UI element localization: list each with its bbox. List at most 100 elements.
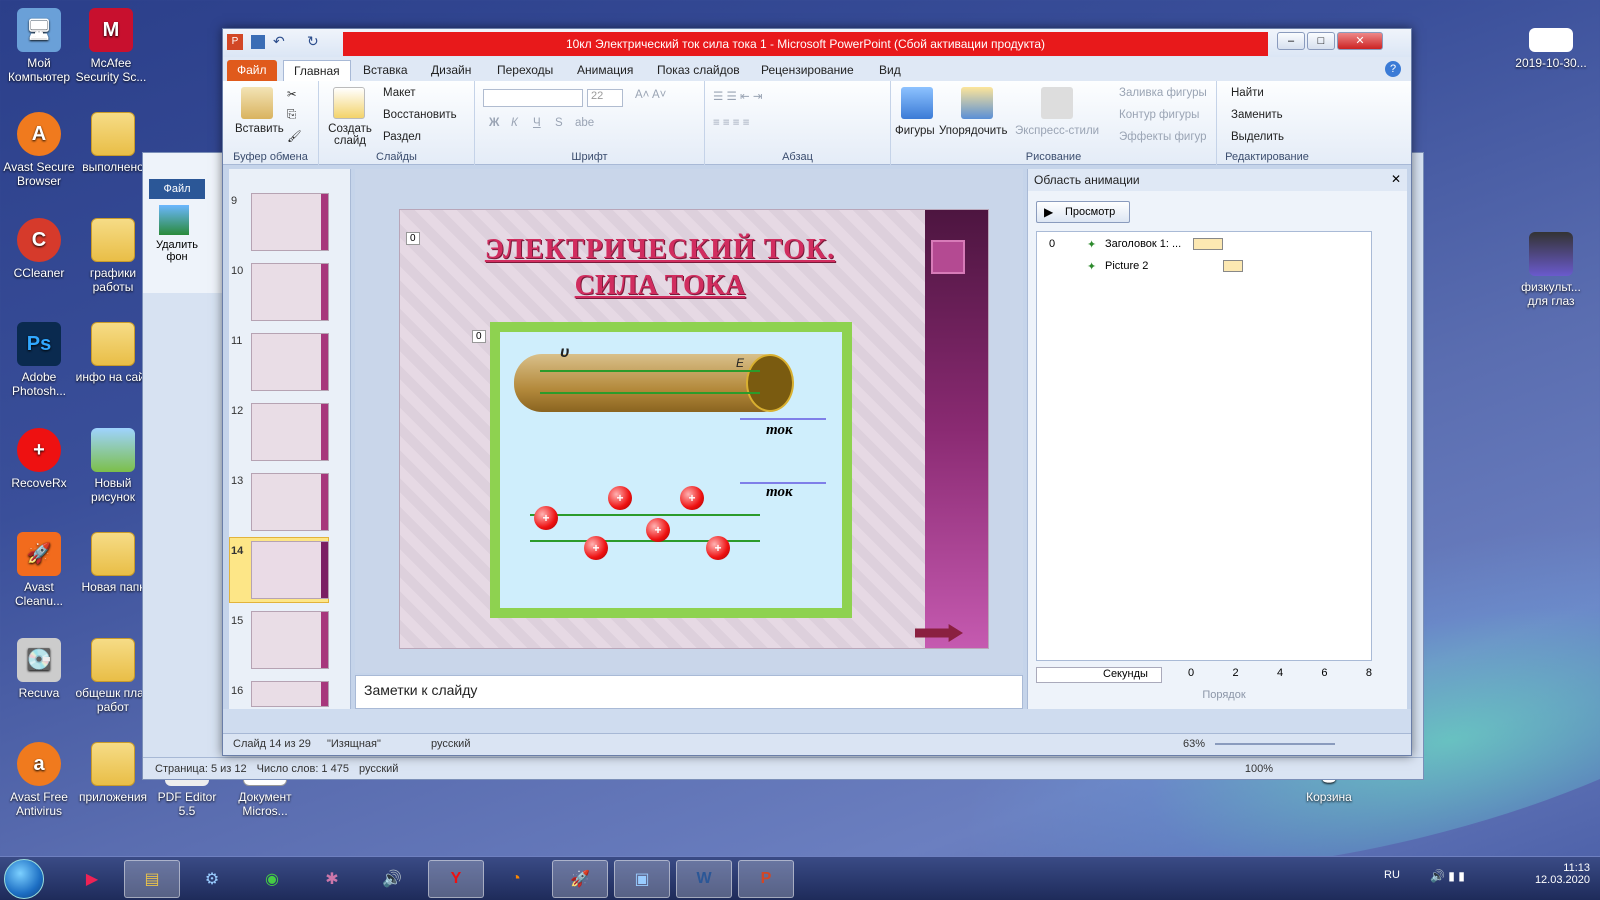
tab-file[interactable]: Файл — [227, 60, 277, 81]
undo-icon[interactable]: ↶ — [273, 33, 285, 50]
tab-home[interactable]: Главная — [283, 60, 351, 81]
desktop-icon-screenshot[interactable]: 2019-10-30... — [1512, 28, 1590, 70]
desktop-icon-avast-free[interactable]: a Avast Free Antivirus — [0, 742, 78, 818]
avast-browser-icon[interactable]: ◔ — [488, 860, 544, 898]
slide-thumbnail[interactable] — [251, 193, 329, 251]
explorer-icon[interactable]: ▤ — [124, 860, 180, 898]
desktop-icon-eye-exercise[interactable]: физкульт... для глаз — [1512, 232, 1590, 308]
copy-icon[interactable]: ⎘ — [287, 109, 296, 122]
zoom-slider[interactable] — [1215, 743, 1335, 745]
shape-effects-button[interactable]: Эффекты фигур — [1119, 131, 1207, 143]
chrome-icon[interactable]: ◉ — [244, 860, 300, 898]
help-icon[interactable]: ? — [1385, 61, 1401, 77]
tab-transitions[interactable]: Переходы — [487, 60, 563, 81]
maximize-button[interactable]: □ — [1307, 32, 1335, 50]
desktop-icon-photoshop[interactable]: Ps Adobe Photosh... — [0, 322, 78, 398]
font-family-select[interactable] — [483, 89, 583, 107]
section-button[interactable]: Раздел — [383, 131, 421, 143]
slide-thumbnail[interactable] — [251, 473, 329, 531]
tab-view[interactable]: Вид — [869, 60, 911, 81]
shape-fill-button[interactable]: Заливка фигуры — [1119, 87, 1207, 99]
word-file-tab[interactable]: Файл — [149, 179, 205, 199]
speaker-app-icon[interactable]: 🔊 — [364, 860, 420, 898]
shadow-button[interactable]: abe — [575, 117, 594, 129]
font-size-select[interactable]: 22 — [587, 89, 623, 107]
notes-pane[interactable]: Заметки к слайду — [355, 675, 1023, 709]
desktop-icon-avast-browser[interactable]: A Avast Secure Browser — [0, 112, 78, 188]
find-button[interactable]: Найти — [1231, 87, 1264, 99]
replace-button[interactable]: Заменить — [1231, 109, 1283, 121]
select-button[interactable]: Выделить — [1231, 131, 1284, 143]
desktop-icon-folder-apps[interactable]: приложения — [74, 742, 152, 804]
animation-pane[interactable]: Область анимации ✕ Просмотр ▶ 0 ✦ Заголо… — [1027, 169, 1407, 709]
word-taskbar-icon[interactable]: W — [676, 860, 732, 898]
slide-title-line1[interactable]: ЭЛЕКТРИЧЕСКИЙ ТОК. — [440, 234, 880, 266]
underline-button[interactable]: Ч — [533, 117, 541, 129]
desktop-icon-folder-done[interactable]: выполнено — [74, 112, 152, 174]
animation-item[interactable]: Picture 2 — [1105, 260, 1148, 272]
italic-button[interactable]: К — [511, 117, 518, 129]
bold-button[interactable]: Ж — [489, 117, 499, 129]
quick-styles-button[interactable]: Экспресс-стили — [1015, 125, 1099, 137]
desktop-icon-recoverx[interactable]: + RecoveRx — [0, 428, 78, 490]
redo-icon[interactable]: ↻ — [307, 33, 319, 50]
reset-button[interactable]: Восстановить — [383, 109, 457, 121]
shape-outline-button[interactable]: Контур фигуры — [1119, 109, 1199, 121]
network-icon[interactable]: ⚙ — [184, 860, 240, 898]
desktop-icon-mcafee[interactable]: M McAfee Security Sc... — [72, 8, 150, 84]
slide-thumbnail[interactable] — [251, 333, 329, 391]
cut-icon[interactable]: ✂ — [287, 87, 297, 101]
powerpoint-window[interactable]: P ↶ ↻ 10кл Электрический ток сила тока 1… — [222, 28, 1412, 756]
shapes-button[interactable]: Фигуры — [895, 125, 935, 137]
desktop-icon-ccleaner[interactable]: C CCleaner — [0, 218, 78, 280]
paste-button[interactable]: Вставить — [235, 123, 284, 135]
tab-slideshow[interactable]: Показ слайдов — [647, 60, 750, 81]
picture-2[interactable]: υ E ток ток + + + + + + — [490, 322, 852, 618]
slide-thumbnail[interactable] — [251, 611, 329, 669]
powerpoint-taskbar-icon[interactable]: P — [738, 860, 794, 898]
seconds-dropdown[interactable]: Секунды — [1036, 667, 1162, 683]
slide-thumbnail[interactable] — [251, 403, 329, 461]
slide-thumbnail-panel[interactable]: 9 10 11 12 13 14 15 16 — [229, 169, 351, 709]
control-panel-icon[interactable]: ▣ — [614, 860, 670, 898]
next-arrow-icon[interactable] — [915, 624, 963, 642]
format-painter-icon[interactable]: 🖌 — [287, 129, 302, 143]
remove-background-button[interactable]: Удалить фон — [147, 239, 207, 263]
slide-thumbnail[interactable] — [251, 681, 329, 707]
new-slide-button[interactable]: Создать слайд — [327, 123, 373, 147]
clock[interactable]: 11:13 12.03.2020 — [1535, 862, 1590, 886]
desktop-icon-folder-schedules[interactable]: графики работы — [74, 218, 152, 294]
desktop-icon-new-folder[interactable]: Новая папк — [74, 532, 152, 594]
strike-button[interactable]: S — [555, 117, 563, 129]
desktop-icon-folder-site[interactable]: инфо на сайт — [74, 322, 152, 384]
save-icon[interactable] — [251, 35, 265, 49]
layout-button[interactable]: Макет — [383, 87, 416, 99]
video-icon[interactable] — [931, 240, 965, 274]
tray-icons[interactable]: 🔊 ▮ ▮ — [1430, 869, 1465, 883]
reorder-label[interactable]: Порядок — [1154, 689, 1294, 701]
start-button[interactable] — [4, 859, 44, 899]
tab-design[interactable]: Дизайн — [421, 60, 481, 81]
tab-review[interactable]: Рецензирование — [751, 60, 864, 81]
animation-item[interactable]: Заголовок 1: ... — [1105, 238, 1181, 250]
grow-font-icon[interactable]: A˄ A˅ — [635, 89, 666, 101]
tab-animations[interactable]: Анимация — [567, 60, 643, 81]
align-icon[interactable]: ≡ ≡ ≡ ≡ — [713, 117, 749, 129]
desktop-icon-avast-cleanup[interactable]: 🚀 Avast Cleanu... — [0, 532, 78, 608]
desktop-icon-my-computer[interactable]: 🖥 Мой Компьютер — [0, 8, 78, 84]
desktop-icon-folder-plan[interactable]: общешк план работ — [74, 638, 152, 714]
slide-thumbnail[interactable] — [251, 263, 329, 321]
minimize-button[interactable]: – — [1277, 32, 1305, 50]
avast-cleanup-icon[interactable]: 🚀 — [552, 860, 608, 898]
animation-list[interactable]: 0 ✦ Заголовок 1: ... ✦ Picture 2 — [1036, 231, 1372, 661]
language-indicator[interactable]: RU — [1384, 869, 1400, 881]
media-player-icon[interactable]: ▶ — [64, 860, 120, 898]
desktop-icon-recuva[interactable]: 💽 Recuva — [0, 638, 78, 700]
tab-insert[interactable]: Вставка — [353, 60, 418, 81]
arrange-button[interactable]: Упорядочить — [939, 125, 1007, 137]
yandex-icon[interactable]: Y — [428, 860, 484, 898]
close-pane-icon[interactable]: ✕ — [1391, 172, 1401, 186]
slide-editor[interactable]: 0 ЭЛЕКТРИЧЕСКИЙ ТОК. СИЛА ТОКА 0 υ E ток… — [355, 169, 1023, 673]
spider-icon[interactable]: ✱ — [304, 860, 360, 898]
slide-thumbnail-selected[interactable] — [251, 541, 329, 599]
